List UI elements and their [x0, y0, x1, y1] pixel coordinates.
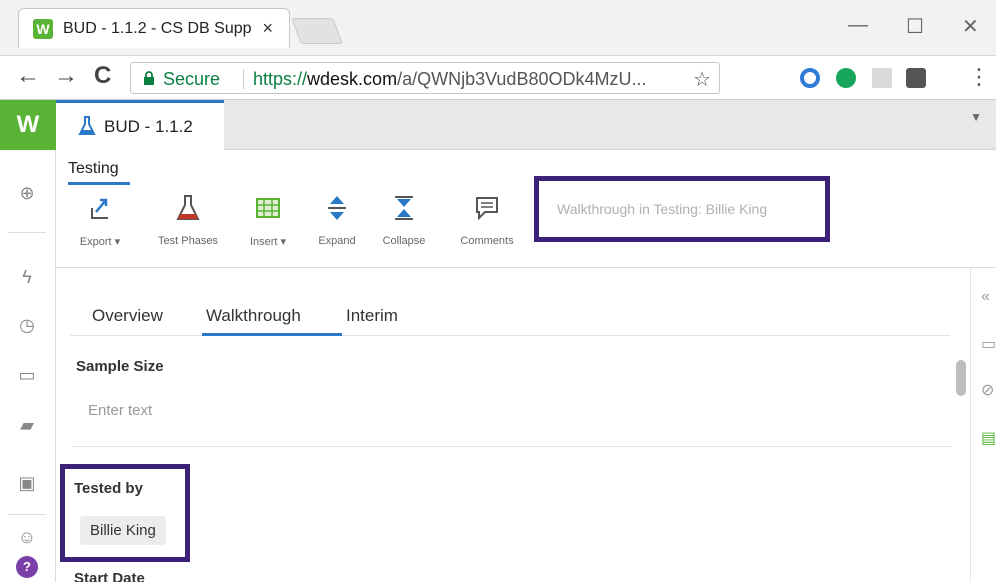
ribbon-section-title[interactable]: Testing [68, 160, 119, 178]
start-date-label: Start Date [74, 570, 145, 582]
subtabs: Overview Walkthrough Interim [70, 306, 950, 336]
comment-icon[interactable]: ▭ [981, 334, 996, 354]
field-divider [72, 446, 952, 447]
ribbon-title-underline [68, 182, 130, 185]
wdesk-logo[interactable]: W [0, 100, 56, 150]
tested-by-label: Tested by [74, 480, 143, 497]
insert-label: Insert ▾ [249, 236, 287, 248]
secure-label: Secure [163, 69, 221, 89]
star-icon[interactable]: ☆ [693, 67, 711, 92]
expand-icon [328, 196, 346, 220]
test-phases-label: Test Phases [158, 235, 218, 247]
document-title-chip: Walkthrough in Testing: Billie King [534, 176, 830, 242]
comments-label: Comments [460, 235, 514, 247]
flask-icon [78, 116, 96, 135]
collapse-button[interactable]: Collapse [376, 194, 432, 247]
document-title-text: Walkthrough in Testing: Billie King [557, 201, 768, 217]
user-circle-icon[interactable]: ☺ [16, 526, 38, 548]
export-button[interactable]: Export ▾ [72, 194, 128, 248]
collapse-icon [395, 196, 413, 220]
url-scheme: https:// [253, 69, 308, 89]
active-tab-indicator [202, 333, 342, 336]
rail-divider [8, 514, 46, 515]
close-window-button[interactable]: ✕ [962, 14, 979, 39]
help-icon[interactable]: ? [16, 556, 38, 578]
grammarly-icon[interactable] [836, 68, 856, 88]
clock-icon[interactable]: ◷ [16, 314, 38, 336]
document-tab[interactable]: BUD - 1.1.2 [56, 100, 224, 150]
extension-icon[interactable] [906, 68, 926, 88]
browser-toolbar: ← → C Secure https://wdesk.com/a/QWNjb3V… [0, 56, 996, 100]
browser-titlebar: W BUD - 1.1.2 - CS DB Supp × — ☐ ✕ [0, 0, 996, 56]
inbox-icon[interactable]: ▰ [16, 414, 38, 436]
sample-size-label: Sample Size [76, 358, 164, 375]
expand-label: Expand [318, 235, 356, 247]
comments-button[interactable]: Comments [452, 194, 522, 247]
tested-by-highlight [60, 464, 190, 562]
tab-walkthrough[interactable]: Walkthrough [206, 306, 301, 326]
pdf-icon[interactable] [872, 68, 892, 88]
collapse-label: Collapse [382, 235, 426, 247]
test-phases-button[interactable]: Test Phases [148, 194, 228, 247]
main-content: Overview Walkthrough Interim Sample Size… [56, 268, 970, 582]
flask-icon [176, 195, 200, 220]
browser-menu-icon[interactable]: ⋮ [968, 64, 990, 90]
lightning-icon[interactable]: ϟ [16, 266, 38, 288]
expand-button[interactable]: Expand [312, 194, 362, 247]
address-bar[interactable]: Secure https://wdesk.com/a/QWNjb3VudB80O… [130, 62, 720, 94]
left-rail: W ⊕ ϟ ◷ ▭ ▰ ▣ ☺ ? [0, 100, 56, 582]
comment-icon [476, 197, 498, 221]
export-label: Export ▾ [79, 236, 121, 248]
back-button[interactable]: ← [16, 62, 40, 90]
tested-by-user-chip[interactable]: Billie King [80, 516, 166, 545]
right-rail: « ▭ ⊘ ▤ [970, 268, 996, 582]
url-path: /a/QWNjb3VudB80ODk4MzU... [397, 69, 647, 89]
export-icon [91, 198, 108, 219]
table-insert-icon [256, 198, 280, 218]
table-icon[interactable]: ▤ [981, 428, 996, 448]
tab-overview[interactable]: Overview [92, 306, 163, 326]
lock-icon [144, 71, 154, 85]
browser-tab[interactable]: W BUD - 1.1.2 - CS DB Supp × [18, 8, 290, 48]
scrollbar-thumb[interactable] [956, 360, 966, 396]
tab-interim[interactable]: Interim [346, 306, 398, 326]
document-tab-title: BUD - 1.1.2 [104, 117, 193, 136]
rail-divider [8, 232, 46, 233]
close-tab-icon[interactable]: × [262, 18, 273, 39]
url-text[interactable]: https://wdesk.com/a/QWNjb3VudB80ODk4MzU.… [253, 69, 683, 90]
minimize-button[interactable]: — [848, 14, 868, 37]
chevron-down-icon[interactable]: ▼ [970, 110, 982, 124]
maximize-button[interactable]: ☐ [906, 14, 924, 39]
reload-button[interactable]: C [94, 62, 111, 90]
url-host: wdesk.com [307, 69, 398, 89]
address-separator [243, 69, 244, 89]
new-tab-button[interactable] [291, 18, 343, 44]
insert-button[interactable]: Insert ▾ [240, 194, 296, 248]
browser-tab-title: BUD - 1.1.2 - CS DB Supp [63, 20, 252, 37]
app-header: BUD - 1.1.2 ▼ [56, 100, 996, 150]
attachment-icon[interactable]: ⊘ [981, 380, 994, 400]
sample-size-input[interactable]: Enter text [88, 402, 152, 419]
ribbon: Testing Export ▾ Test Phases Insert ▾ Ex… [56, 150, 996, 268]
opera-icon[interactable] [800, 68, 820, 88]
folder-icon[interactable]: ▭ [16, 364, 38, 386]
forward-button[interactable]: → [54, 62, 78, 90]
plus-circle-icon[interactable]: ⊕ [16, 182, 38, 204]
wdesk-favicon-icon: W [33, 19, 53, 39]
collapse-panel-icon[interactable]: « [981, 288, 990, 306]
folder-settings-icon[interactable]: ▣ [16, 472, 38, 494]
